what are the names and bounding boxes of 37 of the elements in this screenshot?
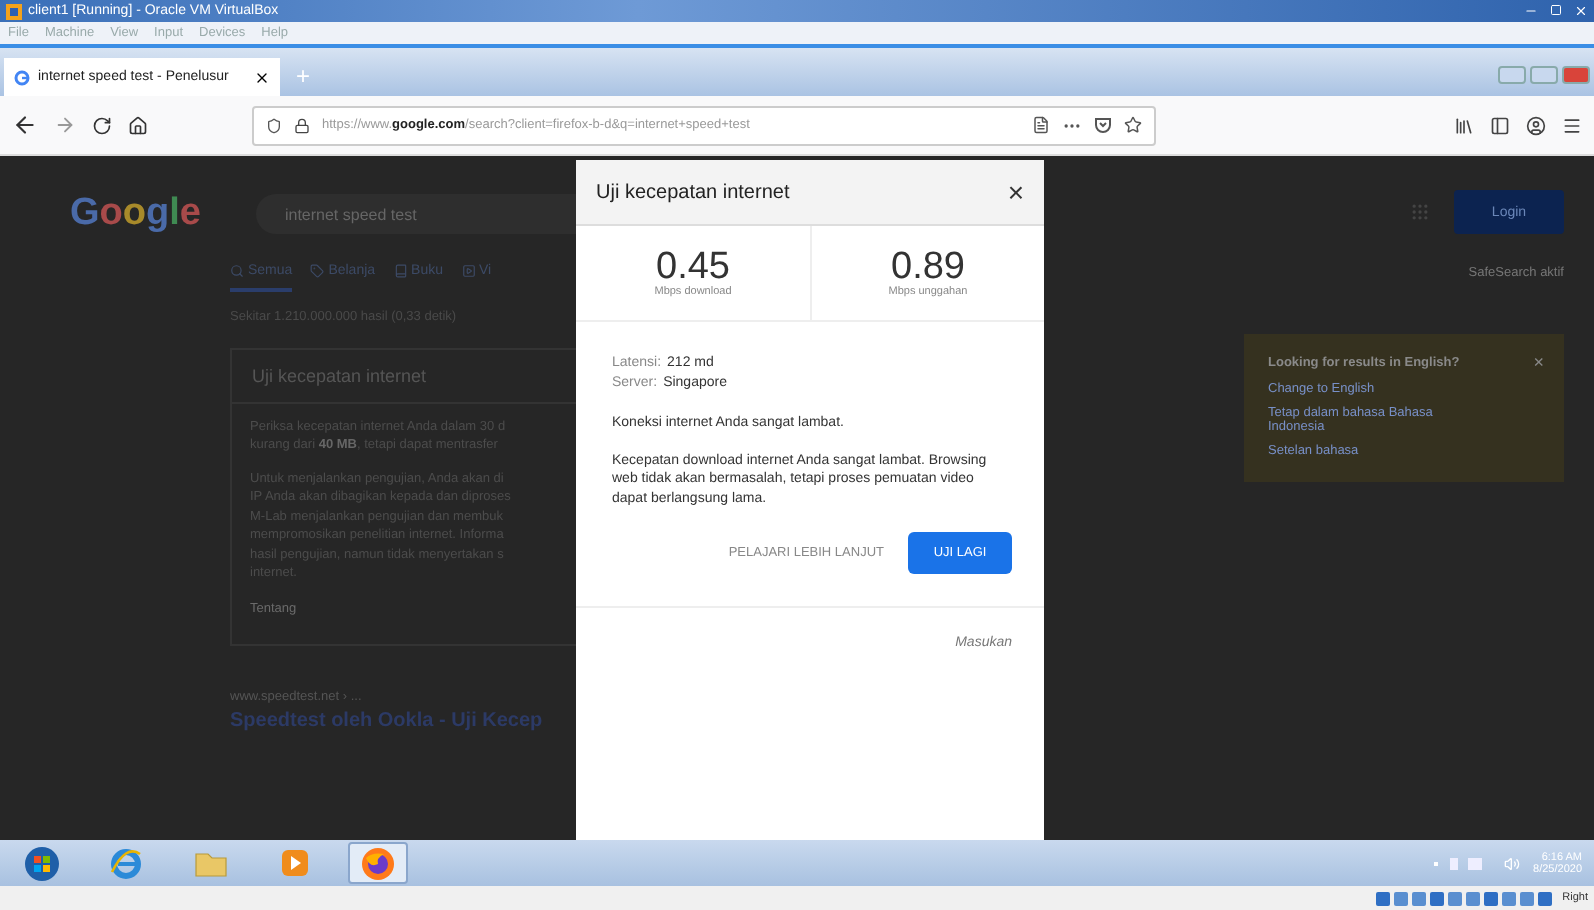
- google-g-icon: [14, 69, 30, 85]
- account-icon[interactable]: [1526, 115, 1546, 135]
- video-icon: [461, 264, 476, 278]
- play-icon: [279, 848, 309, 878]
- firefox-icon: [360, 845, 396, 881]
- browser-e-icon: [110, 847, 142, 879]
- firefox-button[interactable]: [348, 842, 408, 884]
- virtualbox-icon: [6, 3, 22, 19]
- search-field[interactable]: internet speed test: [256, 194, 576, 234]
- speed-value: 0.45: [656, 248, 730, 286]
- search-icon: [230, 264, 244, 278]
- sidebar-icon[interactable]: [1490, 115, 1510, 135]
- google-logo: Google: [70, 192, 201, 236]
- book-icon: [393, 264, 408, 278]
- library-icon[interactable]: [1454, 115, 1474, 135]
- star-icon[interactable]: [1124, 116, 1142, 134]
- close-button[interactable]: ×: [1007, 176, 1024, 208]
- minimize-icon[interactable]: [1524, 4, 1538, 18]
- close-icon[interactable]: [254, 69, 270, 85]
- menu-icon[interactable]: [1562, 115, 1582, 135]
- windows-orb-icon: [24, 845, 60, 881]
- speed-value: 0.89: [891, 248, 965, 286]
- shield-icon: [266, 117, 282, 133]
- forward-icon[interactable]: [54, 114, 76, 136]
- reader-icon[interactable]: [1032, 116, 1050, 134]
- shop-icon: [310, 264, 325, 278]
- reload-icon[interactable]: [92, 115, 112, 135]
- dialog-title: Uji kecepatan internet: [596, 181, 790, 203]
- result-title[interactable]: Speedtest oleh Ookla - Uji Kecep: [230, 710, 576, 733]
- maximize-icon[interactable]: [1550, 4, 1562, 16]
- lock-icon: [294, 117, 310, 133]
- new-tab-button[interactable]: +: [296, 62, 311, 90]
- pocket-icon[interactable]: [1094, 116, 1112, 134]
- close-button[interactable]: ×: [1533, 352, 1544, 372]
- home-icon[interactable]: [128, 115, 148, 135]
- folder-icon: [193, 848, 227, 878]
- back-icon[interactable]: [12, 112, 38, 138]
